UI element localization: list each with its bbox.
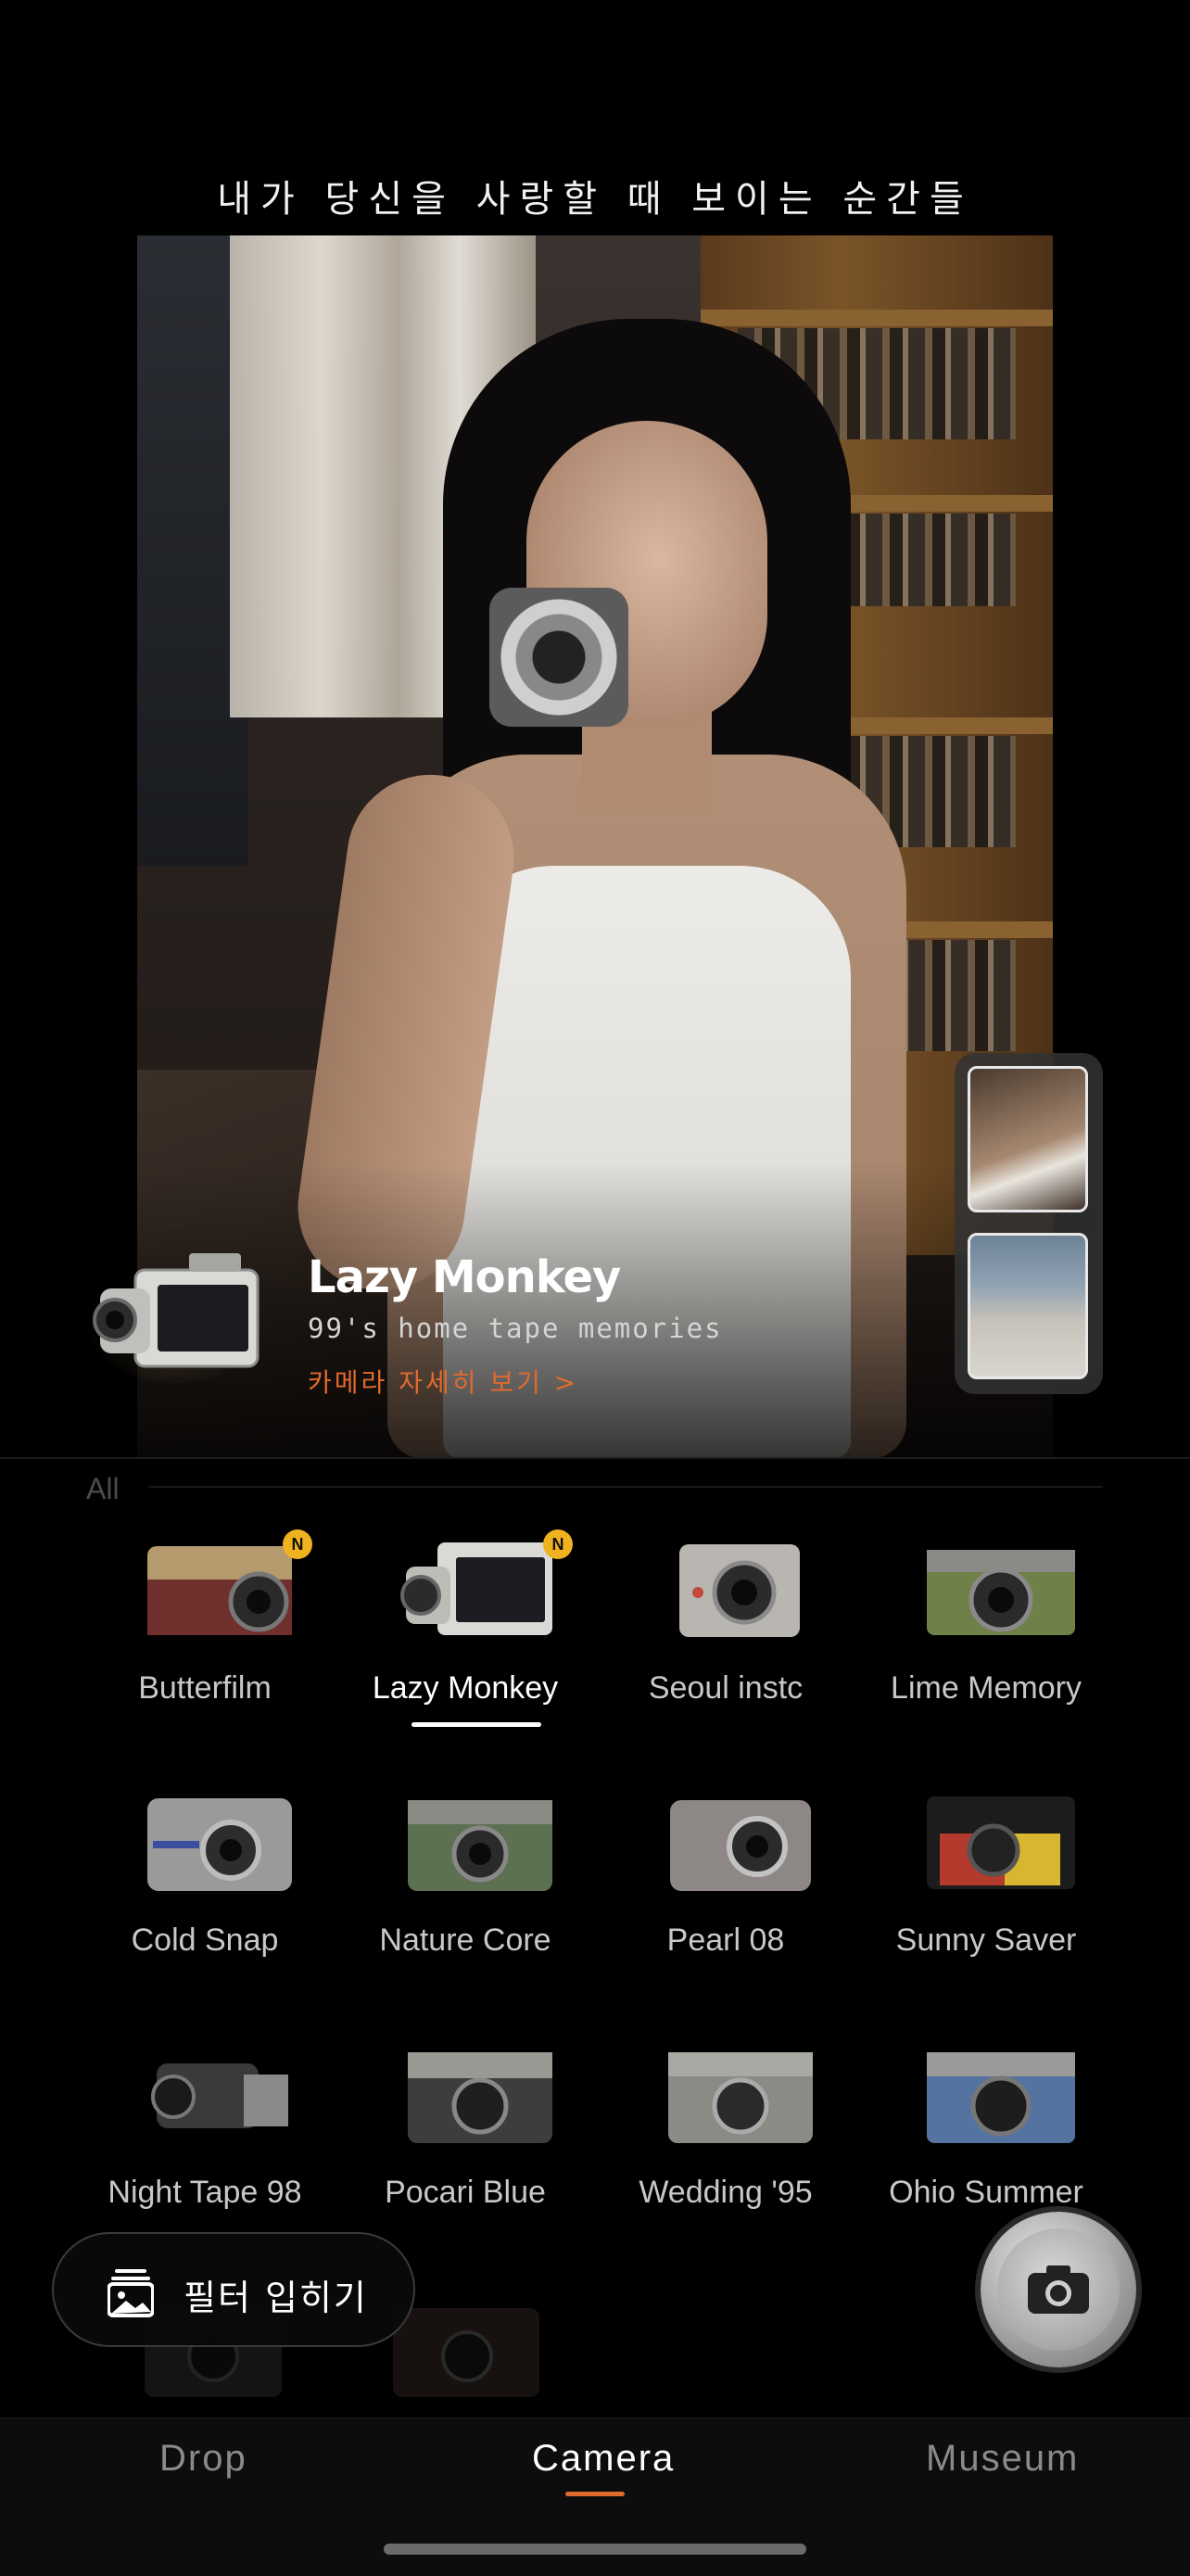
camera-item-night-tape-98[interactable]: Night Tape 98 xyxy=(75,2037,335,2260)
new-badge: N xyxy=(543,1529,573,1559)
camera-item-lime-memory[interactable]: Lime Memory xyxy=(856,1533,1116,1756)
camera-icon xyxy=(927,1796,1075,1889)
home-indicator[interactable] xyxy=(384,2544,806,2555)
camera-item-seoul-instc[interactable]: Seoul instc xyxy=(596,1533,855,1756)
camcorder-icon xyxy=(400,1542,552,1635)
selected-camera-subtitle: 99's home tape memories xyxy=(308,1313,723,1344)
camera-item-label: Nature Core xyxy=(379,1922,551,1958)
camera-icon xyxy=(668,2052,813,2143)
camera-item-label: Ohio Summer xyxy=(889,2175,1083,2210)
camera-icon xyxy=(1028,2265,1089,2314)
selected-indicator xyxy=(411,1722,541,1727)
camera-item-partial[interactable] xyxy=(387,2299,545,2401)
camera-item-label: Night Tape 98 xyxy=(108,2175,302,2210)
camera-item-label: Butterfilm xyxy=(138,1670,272,1706)
divider xyxy=(0,1457,1190,1459)
camera-icon xyxy=(927,1550,1075,1635)
camera-icon xyxy=(147,1798,292,1891)
active-tab-indicator xyxy=(565,2492,625,2496)
camera-item-lazy-monkey[interactable]: N Lazy Monkey xyxy=(335,1529,595,1756)
camera-icon xyxy=(927,2052,1075,2143)
camera-icon xyxy=(408,1800,552,1891)
camera-icon xyxy=(679,1544,800,1637)
camera-item-wedding-95[interactable]: Wedding '95 xyxy=(596,2037,855,2260)
camera-item-nature-core[interactable]: Nature Core xyxy=(335,1785,595,2008)
camera-icon xyxy=(393,2308,539,2397)
selected-camera-name: Lazy Monkey xyxy=(308,1251,621,1303)
camera-icon xyxy=(408,2052,552,2143)
tab-camera[interactable]: Camera xyxy=(532,2438,675,2480)
divider xyxy=(148,1486,1103,1488)
camera-item-sunny-saver[interactable]: Sunny Saver xyxy=(856,1785,1116,2008)
sample-thumbnails xyxy=(955,1053,1103,1394)
sample-thumbnail[interactable] xyxy=(968,1233,1088,1379)
camera-item-cold-snap[interactable]: Cold Snap xyxy=(75,1785,335,2008)
camera-item-label: Wedding '95 xyxy=(639,2175,813,2210)
camcorder-icon xyxy=(87,1253,263,1383)
camera-item-label: Seoul instc xyxy=(648,1670,804,1706)
camera-item-butterfilm[interactable]: N Butterfilm xyxy=(75,1529,335,1756)
camera-item-label: Cold Snap xyxy=(131,1922,279,1958)
camera-icon xyxy=(670,1800,811,1891)
camera-icon xyxy=(147,1546,292,1635)
shutter-button[interactable] xyxy=(981,2212,1136,2367)
page-tagline: 내가 당신을 사랑할 때 보이는 순간들 xyxy=(217,178,973,221)
camera-details-link[interactable]: 카메라 자세히 보기 > xyxy=(308,1363,578,1400)
image-layers-icon xyxy=(108,2269,154,2317)
camcorder-icon xyxy=(151,2063,288,2128)
tab-drop[interactable]: Drop xyxy=(159,2438,247,2480)
camera-item-pearl-08[interactable]: Pearl 08 xyxy=(596,1785,855,2008)
tab-museum[interactable]: Museum xyxy=(926,2438,1079,2480)
camera-item-label: Lime Memory xyxy=(891,1670,1082,1706)
camera-item-label: Pocari Blue xyxy=(385,2175,546,2210)
camera-item-pocari-blue[interactable]: Pocari Blue xyxy=(335,2037,595,2260)
camera-item-label: Lazy Monkey xyxy=(372,1670,559,1706)
sample-thumbnail[interactable] xyxy=(968,1066,1088,1212)
apply-filter-button[interactable]: 필터 입히기 xyxy=(52,2232,415,2347)
section-label-all[interactable]: All xyxy=(86,1472,120,1506)
apply-filter-label: 필터 입히기 xyxy=(184,2278,368,2318)
camera-item-label: Sunny Saver xyxy=(895,1922,1077,1958)
new-badge: N xyxy=(283,1529,312,1559)
camera-item-label: Pearl 08 xyxy=(666,1922,785,1958)
